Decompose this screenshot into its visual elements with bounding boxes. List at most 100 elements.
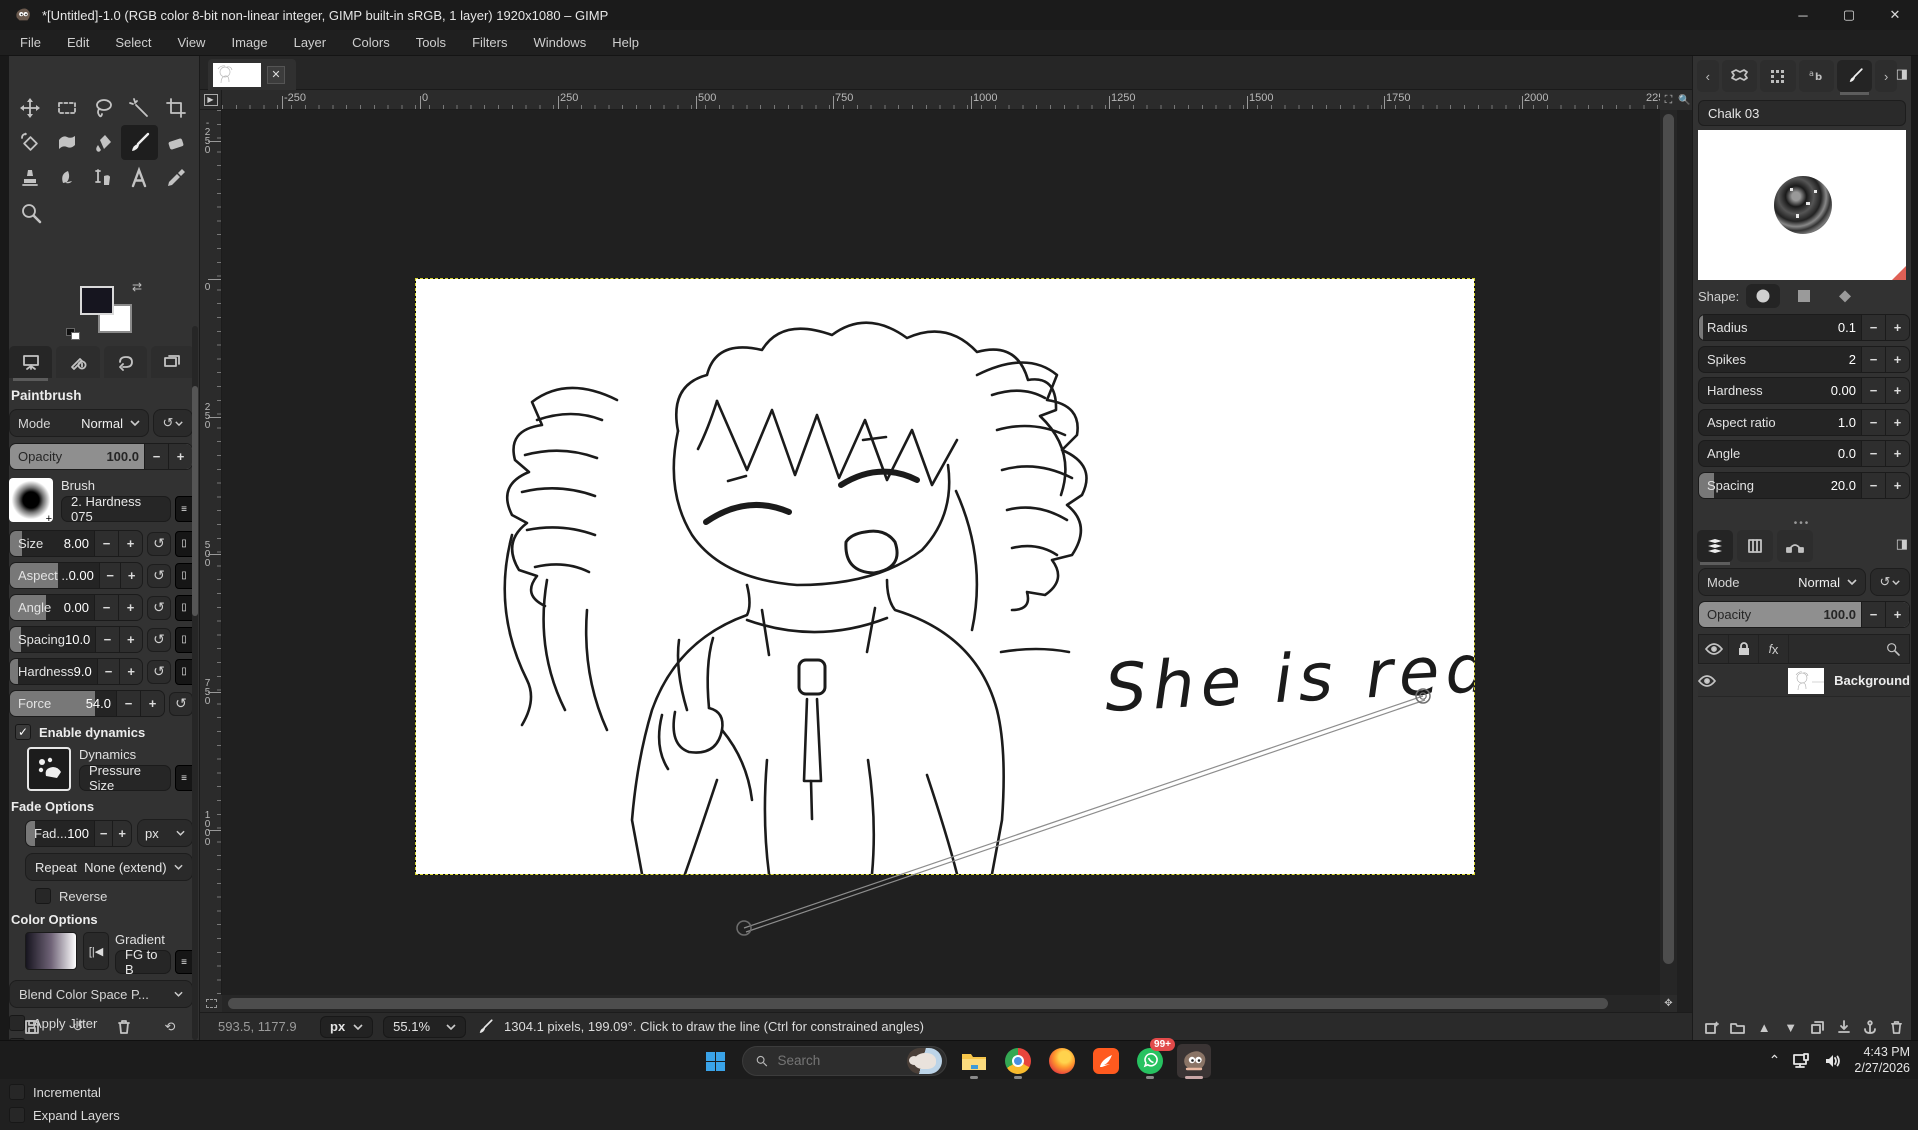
fade-length-slider[interactable]: Fad...100 −+ (25, 820, 132, 847)
brush-name-field[interactable]: 2. Hardness 075 (61, 496, 171, 522)
network-icon[interactable] (1792, 1053, 1812, 1069)
hardness-increment[interactable]: + (119, 659, 142, 684)
image-tab-close-icon[interactable]: ✕ (267, 66, 285, 84)
enable-dynamics-checkbox[interactable]: ✓ (15, 724, 31, 740)
menu-layer[interactable]: Layer (294, 35, 327, 50)
spacing-reset-icon[interactable]: ↺ (147, 628, 171, 652)
size-decrement[interactable]: − (94, 531, 118, 556)
close-button[interactable]: ✕ (1872, 0, 1918, 30)
fade-increment[interactable]: + (112, 821, 131, 846)
rectangle-select-tool-button[interactable] (48, 90, 84, 125)
bspacing-increment[interactable]: + (1885, 473, 1909, 498)
size-reset-icon[interactable]: ↺ (147, 532, 171, 556)
blend-color-space-dropdown[interactable]: Blend Color Space P... (9, 980, 193, 1008)
spikes-increment[interactable]: + (1885, 347, 1909, 372)
menu-image[interactable]: Image (231, 35, 267, 50)
gradient-edit-icon[interactable]: ≡ (175, 950, 193, 974)
menu-help[interactable]: Help (612, 35, 639, 50)
aspect-slider[interactable]: Aspect ..0.00 −+ (9, 562, 143, 589)
aspect-ratio-slider[interactable]: Aspect ratio1.0 −+ (1698, 409, 1910, 436)
save-preset-icon[interactable] (19, 1016, 45, 1038)
spikes-decrement[interactable]: − (1861, 347, 1885, 372)
tab-brush-editor[interactable] (1837, 60, 1872, 92)
delete-layer-icon[interactable] (1884, 1016, 1910, 1038)
aspect-reset-icon[interactable]: ↺ (147, 564, 171, 588)
tab-channels[interactable] (1737, 530, 1773, 562)
tab-images[interactable] (151, 346, 194, 378)
restore-preset-icon[interactable]: ↺ (65, 1016, 91, 1038)
mode-reset-button[interactable]: ↺ (153, 409, 193, 437)
brush-editor-name[interactable]: Chalk 03 (1698, 100, 1906, 126)
free-select-tool-button[interactable] (85, 90, 121, 125)
ruler-corner-menu[interactable]: ▶ (200, 90, 222, 110)
tab-patterns[interactable] (1760, 60, 1795, 92)
layer-opacity-slider[interactable]: Opacity 100.0 − + (1698, 601, 1910, 628)
delete-preset-icon[interactable] (111, 1016, 137, 1038)
brush-thumbnail[interactable] (9, 478, 53, 522)
visibility-column-icon[interactable] (1699, 635, 1729, 663)
bhardness-slider[interactable]: Hardness0.00 −+ (1698, 377, 1910, 404)
radius-slider[interactable]: Radius0.1 −+ (1698, 314, 1910, 341)
bangle-slider[interactable]: Angle0.0 −+ (1698, 440, 1910, 467)
brush-edit-icon[interactable]: ≡ (175, 496, 193, 522)
gradient-thumbnail[interactable] (25, 932, 77, 970)
reset-tool-icon[interactable]: ⟲ (157, 1016, 183, 1038)
unit-dropdown[interactable]: px (320, 1016, 373, 1038)
dock-grip[interactable]: ••• (1693, 518, 1911, 529)
vertical-scrollbar[interactable] (1660, 110, 1677, 995)
new-group-icon[interactable] (1725, 1016, 1751, 1038)
navigation-icon[interactable]: ✥ (1660, 995, 1677, 1012)
firefox-icon[interactable] (1045, 1044, 1079, 1078)
start-button[interactable] (698, 1044, 732, 1078)
menu-filters[interactable]: Filters (472, 35, 507, 50)
image-tab[interactable]: ✕ (208, 59, 296, 90)
layer-mode-reset[interactable]: ↺ (1870, 568, 1910, 596)
zoom-dropdown[interactable]: 55.1% (383, 1016, 466, 1038)
vertical-ruler[interactable]: -250 0 250 500 750 1000 (200, 110, 222, 995)
opacity-decrement[interactable]: − (144, 444, 168, 469)
bangle-increment[interactable]: + (1885, 441, 1909, 466)
zoom-tool-button[interactable] (12, 195, 49, 230)
hardness-slider[interactable]: Hardness9.0 −+ (9, 658, 143, 685)
move-tool-button[interactable] (12, 90, 48, 125)
dock-collapse-icon[interactable]: ◨ (1896, 66, 1908, 82)
quick-mask-toggle[interactable] (200, 995, 222, 1012)
layer-opacity-increment[interactable]: + (1885, 602, 1909, 627)
raise-layer-icon[interactable]: ▲ (1751, 1016, 1777, 1038)
expand-layers-checkbox[interactable] (9, 1107, 25, 1123)
menu-file[interactable]: File (20, 35, 41, 50)
chrome-icon[interactable] (1001, 1044, 1035, 1078)
bspacing-slider[interactable]: Spacing20.0 −+ (1698, 472, 1910, 499)
unified-transform-tool-button[interactable] (12, 125, 48, 160)
tab-brushes-list[interactable] (1722, 60, 1757, 92)
tab-fonts[interactable]: ab (1799, 60, 1834, 92)
aspect-link-icon[interactable]: ▯ (175, 563, 193, 589)
layer-opacity-decrement[interactable]: − (1861, 602, 1885, 627)
force-increment[interactable]: + (140, 691, 164, 716)
new-layer-icon[interactable] (1698, 1016, 1724, 1038)
text-tool-button[interactable] (121, 160, 157, 195)
spacing-increment[interactable]: + (119, 627, 142, 652)
gradient-tool-button[interactable] (48, 125, 84, 160)
bspacing-decrement[interactable]: − (1861, 473, 1885, 498)
minimize-button[interactable]: ─ (1780, 0, 1826, 30)
gimp-taskbar-icon[interactable] (1177, 1044, 1211, 1078)
bucket-fill-tool-button[interactable] (85, 125, 121, 160)
dynamics-edit-icon[interactable]: ≡ (175, 765, 193, 791)
size-link-icon[interactable]: ▯ (175, 531, 193, 557)
size-slider[interactable]: Size8.00 −+ (9, 530, 143, 557)
reverse-checkbox[interactable] (35, 888, 51, 904)
ink-tool-button[interactable] (85, 160, 121, 195)
tray-chevron-icon[interactable]: ⌃ (1769, 1052, 1781, 1069)
gradient-name-field[interactable]: FG to B (115, 950, 171, 974)
angle-reset-icon[interactable]: ↺ (147, 596, 171, 620)
search-highlight-image[interactable] (907, 1048, 942, 1074)
taskbar-search[interactable] (742, 1046, 947, 1076)
merge-down-icon[interactable] (1831, 1016, 1857, 1038)
spacing-decrement[interactable]: − (95, 627, 118, 652)
radius-increment[interactable]: + (1885, 315, 1909, 340)
opacity-slider[interactable]: Opacity 100.0 − + (9, 443, 193, 470)
swap-colors-icon[interactable]: ⇄ (132, 280, 142, 294)
bhardness-decrement[interactable]: − (1861, 378, 1885, 403)
zoom-follow-window-icon[interactable]: ⛶ (1660, 90, 1677, 110)
